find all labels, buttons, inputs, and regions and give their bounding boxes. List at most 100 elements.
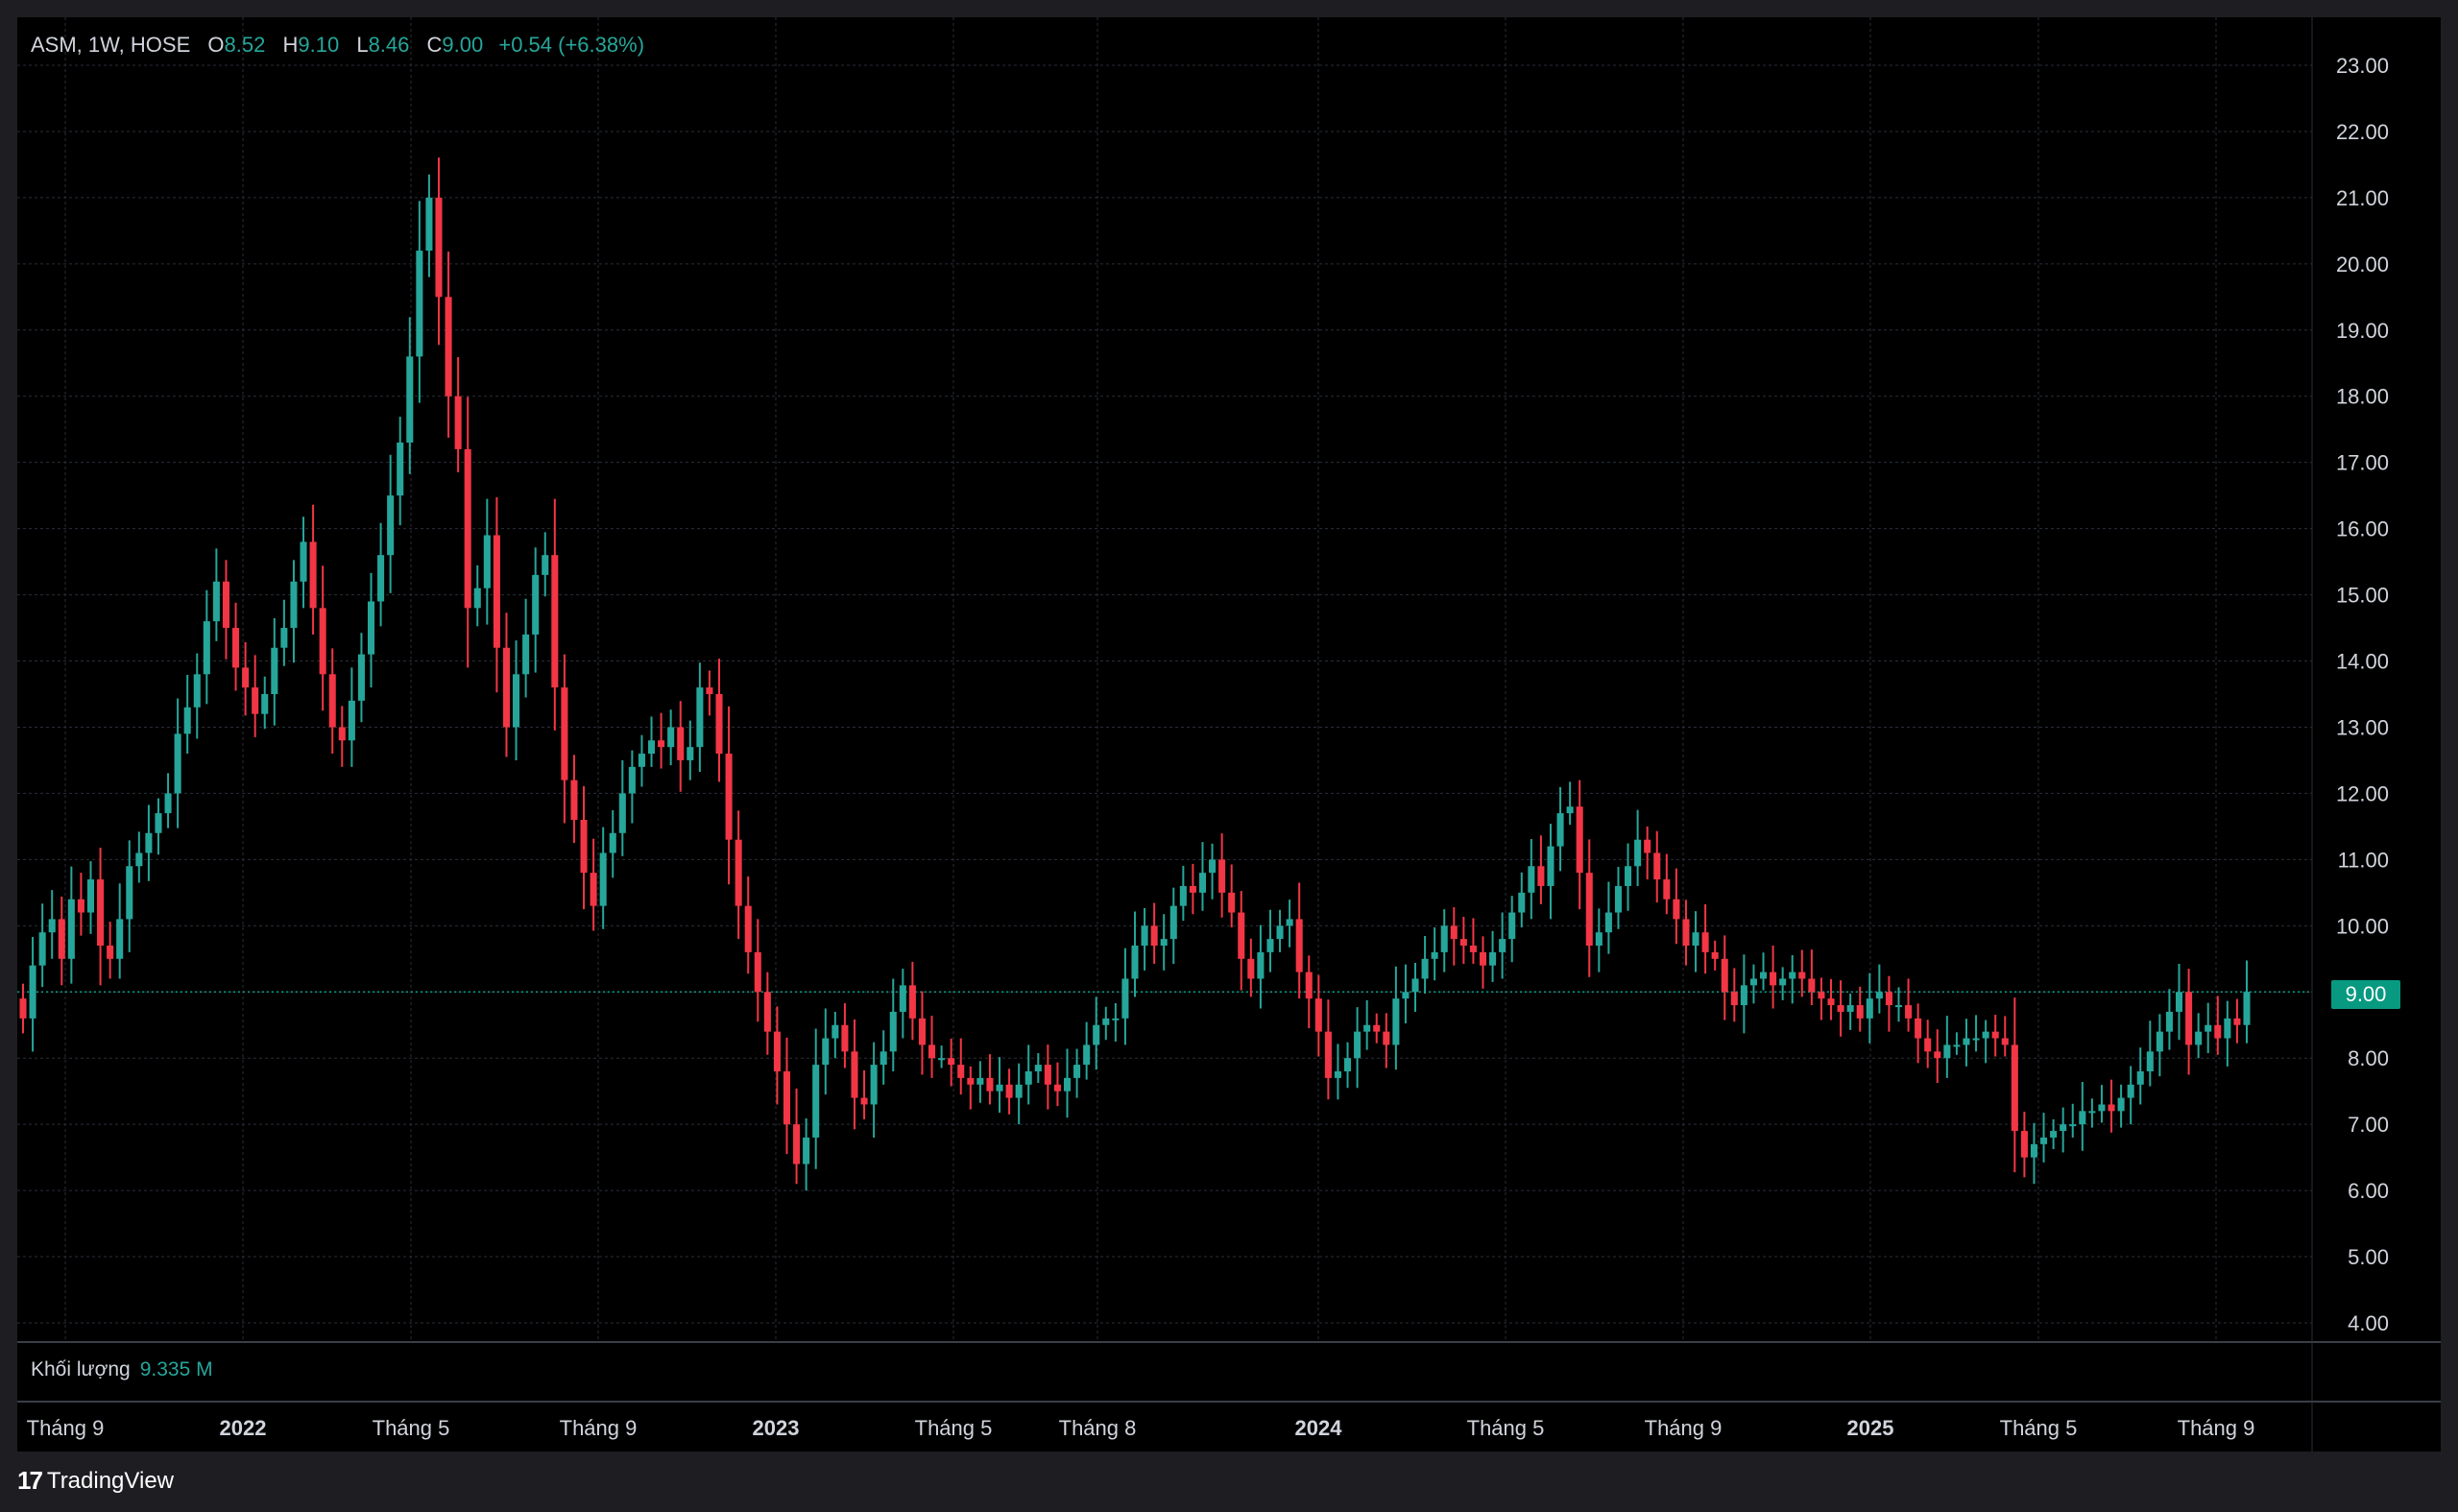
candle-body bbox=[754, 951, 761, 993]
candle-body bbox=[416, 251, 423, 357]
candle-body bbox=[357, 654, 365, 701]
candle-body bbox=[763, 992, 771, 1032]
candle-body bbox=[687, 747, 694, 760]
candle-body bbox=[513, 674, 520, 728]
candle-body bbox=[252, 687, 259, 714]
candle-body bbox=[2175, 992, 2183, 1012]
candle-body bbox=[2205, 1024, 2212, 1032]
candle-body bbox=[1740, 985, 1747, 1006]
candle-body bbox=[1383, 1031, 1390, 1045]
candle-body bbox=[599, 852, 607, 906]
candle-body bbox=[425, 197, 433, 252]
candle-body bbox=[1692, 932, 1699, 946]
candle-body bbox=[908, 985, 916, 1019]
x-tick-label: Tháng 5 bbox=[915, 1416, 993, 1440]
candle-body bbox=[967, 1077, 975, 1085]
candle-body bbox=[1189, 885, 1196, 893]
candle-body bbox=[1063, 1077, 1072, 1092]
y-tick-label: 12.00 bbox=[2336, 781, 2389, 805]
y-tick-label: 10.00 bbox=[2336, 914, 2389, 938]
y-tick-label: 11.00 bbox=[2338, 848, 2389, 872]
candle-body bbox=[851, 1051, 858, 1098]
x-tick-label: Tháng 9 bbox=[2178, 1416, 2255, 1440]
candle-body bbox=[1324, 1031, 1332, 1078]
y-tick-label: 17.00 bbox=[2336, 451, 2389, 475]
candle-body bbox=[609, 832, 616, 853]
candle-body bbox=[1915, 1018, 1922, 1039]
candle-body bbox=[870, 1065, 878, 1105]
candle-body bbox=[1604, 912, 1612, 933]
candle-body bbox=[1218, 859, 1226, 893]
candle-body bbox=[271, 647, 278, 694]
candle-body bbox=[735, 839, 742, 906]
candle-body bbox=[880, 1051, 887, 1066]
y-tick-label: 20.00 bbox=[2336, 252, 2389, 276]
candle-body bbox=[48, 919, 56, 933]
candle-body bbox=[406, 356, 414, 443]
candle-body bbox=[1991, 1031, 1999, 1039]
candle-body bbox=[367, 601, 375, 655]
candle-body bbox=[2069, 1124, 2077, 1127]
candle-body bbox=[1894, 1005, 1903, 1008]
candle-body bbox=[2185, 992, 2193, 1045]
candle-body bbox=[542, 555, 549, 575]
candle-body bbox=[2127, 1084, 2134, 1098]
candle-body bbox=[300, 541, 307, 582]
candle-body bbox=[628, 766, 636, 794]
candle-body bbox=[1459, 939, 1467, 946]
candle-body bbox=[1837, 1005, 1844, 1012]
high-value: 9.10 bbox=[298, 33, 340, 57]
candle-body bbox=[561, 687, 568, 780]
candle-body bbox=[948, 1058, 955, 1066]
candle-body bbox=[580, 820, 588, 874]
x-tick-label: Tháng 5 bbox=[2000, 1416, 2078, 1440]
candle-body bbox=[454, 396, 462, 449]
candle-body bbox=[1614, 885, 1623, 913]
candle-body bbox=[1749, 978, 1757, 986]
candle-body bbox=[1528, 866, 1535, 893]
chart-svg[interactable]: 23.00 22.00 21.00 20.00 19.00 18.00 17.00 16.00… bbox=[17, 17, 2441, 1452]
candle-body bbox=[1073, 1065, 1081, 1078]
candle-body bbox=[1576, 806, 1583, 874]
candle-body bbox=[1198, 873, 1207, 893]
candle-body bbox=[522, 634, 530, 675]
candle-body bbox=[1625, 866, 1632, 886]
candle-body bbox=[222, 581, 229, 629]
candle-body bbox=[2117, 1097, 2125, 1112]
candle-body bbox=[1770, 972, 1777, 986]
candle-body bbox=[29, 965, 36, 1019]
candle-body bbox=[658, 740, 665, 748]
change-value: +0.54 (+6.38%) bbox=[498, 33, 645, 57]
candle-body bbox=[928, 1044, 936, 1059]
chart-frame: 23.00 22.00 21.00 20.00 19.00 18.00 17.00 16.00… bbox=[17, 17, 2441, 1452]
candle-body bbox=[212, 581, 220, 622]
candle-body bbox=[328, 674, 336, 728]
candle-body bbox=[2108, 1104, 2115, 1112]
candle-body bbox=[1673, 899, 1680, 920]
candle-body bbox=[1238, 912, 1245, 959]
brand-name: TradingView bbox=[46, 1467, 174, 1494]
candle-body bbox=[97, 879, 105, 946]
candle-body bbox=[590, 873, 597, 906]
candle-body bbox=[155, 813, 162, 833]
candle-body bbox=[1711, 951, 1719, 959]
candle-body bbox=[2156, 1031, 2163, 1052]
candle-body bbox=[803, 1137, 810, 1164]
candle-body bbox=[1179, 885, 1187, 906]
candle-body bbox=[793, 1124, 801, 1164]
candle-body bbox=[1827, 998, 1835, 1006]
candle-body bbox=[1730, 992, 1738, 1006]
ohlc-legend: ASM, 1W, HOSE O8.52 H9.10 L8.46 C9.00 +0… bbox=[31, 33, 644, 58]
close-label: C bbox=[426, 33, 443, 57]
tradingview-brand[interactable]: 17 TradingView bbox=[17, 1466, 174, 1496]
candle-body bbox=[1663, 879, 1671, 900]
candle-body bbox=[1209, 859, 1217, 874]
candle-body bbox=[319, 608, 326, 675]
candle-body bbox=[445, 297, 452, 396]
candle-body bbox=[1141, 925, 1148, 946]
close-value: 9.00 bbox=[442, 33, 484, 57]
candle-body bbox=[473, 588, 481, 609]
candle-body bbox=[1653, 852, 1661, 880]
candle-body bbox=[135, 852, 143, 867]
candle-body bbox=[822, 1038, 830, 1066]
